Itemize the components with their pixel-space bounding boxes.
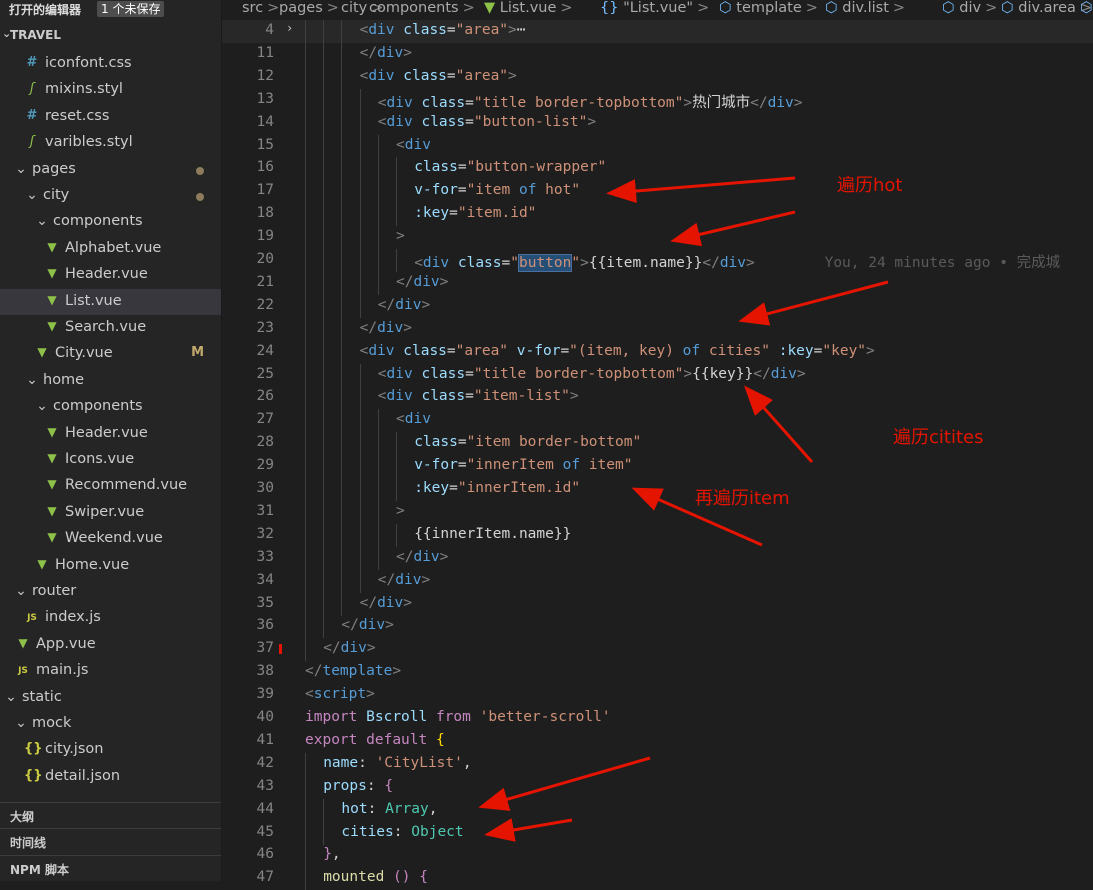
annotation-cities: 遍历citites — [893, 427, 984, 448]
arrow-hot — [606, 176, 796, 203]
arrow-cities-key — [744, 385, 814, 463]
arrow-end-div — [738, 280, 889, 326]
annotation-hot: 遍历hot — [837, 175, 903, 196]
arrow-props-hot — [478, 756, 651, 811]
arrow-props-cities — [484, 818, 573, 842]
annotation-item: 再遍历item — [695, 488, 790, 509]
arrow-key — [670, 210, 796, 247]
